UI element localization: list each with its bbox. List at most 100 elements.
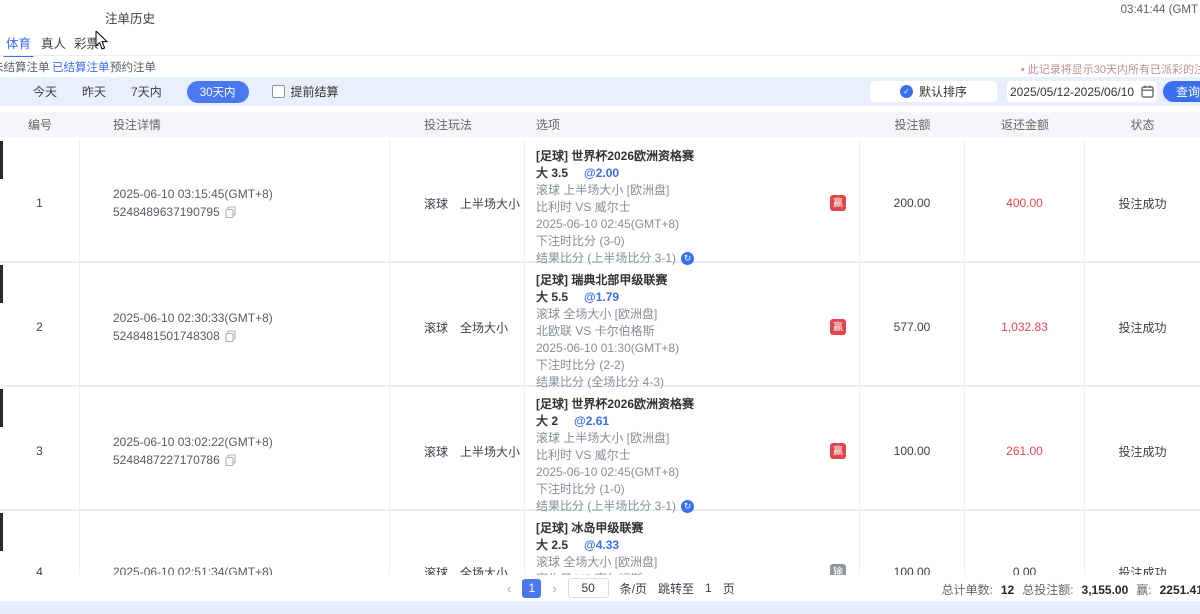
selection-cell: [足球] 瑞典北部甲级联赛 大 5.5 @1.79 滚球 全场大小 [欧洲盘] … [525,263,860,391]
pick-value: 大 2.5 [536,537,568,554]
total-win-label: 赢: [1136,581,1151,598]
early-settle-checkbox[interactable] [272,85,285,98]
filter-bar: 今天 昨天 7天内 30天内 提前结算 ✓ 默认排序 2025/05/12-20… [0,77,1200,106]
order-number: 5248481501748308 [113,329,220,343]
odds-value: @1.79 [584,289,619,306]
row-number: 3 [0,387,80,515]
subtab-bar: 未结算注单 已结算注单 预约注单 • 此记录将显示30天内所有已派彩的注 [0,57,1200,77]
col-status: 状态 [1085,116,1200,133]
win-badge: 赢 [830,443,846,459]
filter-7days[interactable]: 7天内 [131,83,162,100]
bottom-strip [0,601,1200,614]
filter-today[interactable]: 今天 [33,83,57,100]
col-payout: 返还金额 [965,116,1085,133]
bet-time: 2025-06-10 03:02:22(GMT+8) [113,435,389,449]
left-edge-artifact [0,265,3,303]
copy-icon[interactable] [225,454,236,466]
payout-amount: 400.00 [965,139,1085,267]
bet-status: 投注成功 [1085,263,1200,391]
odds-value: @2.61 [574,413,609,430]
per-page-label: 条/页 [620,580,647,597]
row-number: 2 [0,263,80,391]
payout-amount: 1,032.83 [965,263,1085,391]
total-stake-value: 3,155.00 [1082,583,1129,597]
tab-sports[interactable]: 体育 [6,33,31,58]
win-badge: 赢 [830,319,846,335]
totals-summary: 总计单数: 12 总投注额: 3,155.00 赢: 2251.41 [942,581,1200,598]
calendar-icon [1141,85,1154,98]
market-name: 滚球 全场大小 [欧洲盘] [536,554,825,571]
table-row: 1 2025-06-10 03:15:45(GMT+8) 52484896371… [0,139,1200,261]
market-name: 滚球 上半场大小 [欧洲盘] [536,182,825,199]
win-badge: 赢 [830,195,846,211]
payout-amount: 261.00 [965,387,1085,515]
tab-live[interactable]: 真人 [41,33,66,58]
total-count-value: 12 [1001,583,1014,597]
stake-amount: 200.00 [860,139,965,267]
match-teams: 北欧联 VS 卡尔伯格斯 [536,323,825,340]
next-page-icon[interactable]: › [552,581,556,596]
search-button[interactable]: 查询 [1163,81,1200,102]
left-edge-artifact [0,389,3,427]
top-bar: 注单历史 03:41:44 (GMT [0,0,1200,30]
pick-value: 大 2 [536,413,558,430]
filter-30days[interactable]: 30天内 [187,81,249,103]
bet-time: 2025-06-10 02:30:33(GMT+8) [113,311,389,325]
jump-to-label: 跳转至 [658,580,694,597]
col-no: 编号 [0,116,80,133]
left-edge-artifact [0,513,3,551]
order-number: 5248489637190795 [113,205,220,219]
bet-status: 投注成功 [1085,387,1200,515]
table-row: 2 2025-06-10 02:30:33(GMT+8) 52484815017… [0,263,1200,385]
odds-value: @2.00 [584,165,619,182]
copy-icon[interactable] [225,330,236,342]
table-body: 1 2025-06-10 03:15:45(GMT+8) 52484896371… [0,139,1200,601]
stake-amount: 100.00 [860,387,965,515]
date-range-value: 2025/05/12-2025/06/10 [1010,85,1134,99]
market-name: 滚球 全场大小 [欧洲盘] [536,306,825,323]
copy-icon[interactable] [225,206,236,218]
date-range-picker[interactable]: 2025/05/12-2025/06/10 [1007,81,1157,102]
page-unit-label: 页 [723,580,735,597]
bet-details-cell: 2025-06-10 03:02:22(GMT+8) 5248487227170… [80,387,390,515]
bet-score: 下注时比分 (1-0) [536,481,825,498]
table-header: 编号 投注详情 投注玩法 选项 投注额 返还金额 状态 [0,112,1200,137]
bet-details-cell: 2025-06-10 02:30:33(GMT+8) 5248481501748… [80,263,390,391]
market-name: 滚球 上半场大小 [欧洲盘] [536,430,825,447]
bet-history-page: 注单历史 03:41:44 (GMT 体育 真人 彩票 未结算注单 已结算注单 … [0,0,1200,614]
pagination-bar: ‹ 1 › 条/页 跳转至 1 页 总计单数: 12 总投注额: 3,155.0… [0,575,1200,601]
left-edge-artifact [0,141,3,179]
bet-play-type: 滚球 上半场大小 [390,139,525,267]
pick-value: 大 3.5 [536,165,568,182]
page-title: 注单历史 [105,8,155,27]
total-win-value: 2251.41 [1160,583,1200,597]
page-size-input[interactable] [568,578,609,598]
pagination: ‹ 1 › 条/页 跳转至 1 页 [507,578,735,598]
league-name: [足球] 世界杯2026欧洲资格赛 [536,396,825,413]
jump-page-value[interactable]: 1 [705,581,712,595]
total-count-label: 总计单数: [942,581,993,598]
check-circle-icon: ✓ [900,85,913,98]
col-stake: 投注额 [860,116,965,133]
bet-score: 下注时比分 (3-0) [536,233,825,250]
col-selection: 选项 [525,116,860,133]
bet-score: 下注时比分 (2-2) [536,357,825,374]
early-settle-toggle[interactable]: 提前结算 [272,83,339,100]
quick-date-filters: 今天 昨天 7天内 30天内 提前结算 [33,77,339,106]
bet-details-cell: 2025-06-10 03:15:45(GMT+8) 5248489637190… [80,139,390,267]
match-time: 2025-06-10 01:30(GMT+8) [536,340,825,357]
table-row: 3 2025-06-10 03:02:22(GMT+8) 52484872271… [0,387,1200,509]
col-play: 投注玩法 [390,116,525,133]
default-sort-button[interactable]: ✓ 默认排序 [870,81,997,102]
records-notice: • 此记录将显示30天内所有已派彩的注 [1021,61,1200,77]
match-teams: 比利时 VS 威尔士 [536,447,825,464]
league-name: [足球] 瑞典北部甲级联赛 [536,272,825,289]
league-name: [足球] 冰岛甲级联赛 [536,520,825,537]
page-1-button[interactable]: 1 [522,579,541,598]
bet-status: 投注成功 [1085,139,1200,267]
filter-yesterday[interactable]: 昨天 [82,83,106,100]
total-stake-label: 总投注额: [1022,581,1073,598]
league-name: [足球] 世界杯2026欧洲资格赛 [536,148,825,165]
prev-page-icon[interactable]: ‹ [507,581,511,596]
pick-value: 大 5.5 [536,289,568,306]
